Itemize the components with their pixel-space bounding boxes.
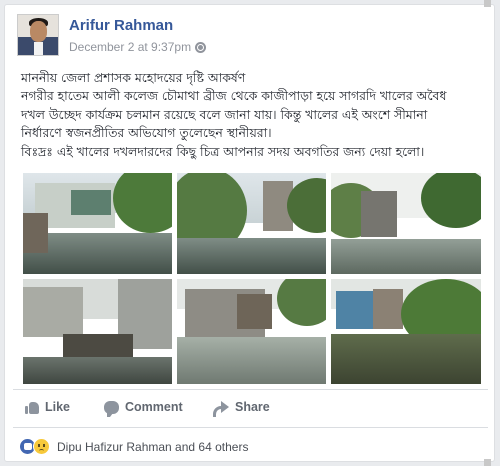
sad-reaction-icon (33, 438, 50, 455)
post-body: মাননীয় জেলা প্রশাসক মহোদয়ের দৃষ্টি আকর… (21, 69, 486, 161)
scroll-down-arrow[interactable] (484, 459, 491, 466)
post-line: বিঃদ্রঃ এই খালের দখলদারদের কিছু চিত্র আপ… (21, 143, 425, 159)
author-name[interactable]: Arifur Rahman (69, 17, 173, 34)
action-bar: Like Comment Share (17, 398, 487, 424)
photo-1[interactable] (22, 172, 173, 275)
post-line: নগরীর হাতেম আলী কলেজ চৌমাথা ব্রীজ থেকে ক… (21, 88, 447, 104)
avatar-face (30, 21, 47, 42)
post-line: নির্ধারণে স্বজনপ্রীতির অভিযোগ তুলেছেন স্… (21, 125, 272, 141)
divider (13, 427, 488, 428)
post-line: দখল উচ্ছেদ কার্যক্রম চলমান রয়েছে বলে জা… (21, 106, 428, 122)
share-icon (213, 400, 229, 417)
post-card: Arifur Rahman December 2 at 9:37pm মাননী… (4, 4, 495, 462)
photo-5[interactable] (176, 278, 327, 385)
comment-button[interactable]: Comment (104, 400, 183, 417)
comment-icon (104, 400, 119, 417)
reactions-summary[interactable]: Dipu Hafizur Rahman and 64 others (19, 437, 248, 457)
photo-3[interactable] (330, 172, 482, 275)
avatar-collar (34, 42, 43, 55)
post-line: মাননীয় জেলা প্রশাসক মহোদয়ের দৃষ্টি আকর… (21, 70, 246, 85)
post-meta: December 2 at 9:37pm (69, 40, 207, 54)
reaction-icons (19, 438, 51, 456)
avatar[interactable] (17, 14, 59, 56)
like-label: Like (45, 400, 71, 414)
globe-icon[interactable] (195, 41, 207, 53)
photo-2[interactable] (176, 172, 327, 275)
divider (13, 389, 488, 390)
share-label: Share (235, 400, 270, 414)
post-timestamp[interactable]: December 2 at 9:37pm (69, 40, 191, 54)
photo-4[interactable] (22, 278, 173, 385)
photo-grid (22, 172, 482, 385)
share-button[interactable]: Share (213, 400, 270, 417)
comment-label: Comment (125, 400, 183, 414)
thumbs-up-icon (25, 401, 39, 414)
post-header: Arifur Rahman December 2 at 9:37pm (17, 14, 477, 60)
reactions-text[interactable]: Dipu Hafizur Rahman and 64 others (57, 440, 248, 454)
scroll-up-arrow[interactable] (484, 0, 491, 7)
photo-6[interactable] (330, 278, 482, 385)
like-button[interactable]: Like (25, 400, 70, 414)
